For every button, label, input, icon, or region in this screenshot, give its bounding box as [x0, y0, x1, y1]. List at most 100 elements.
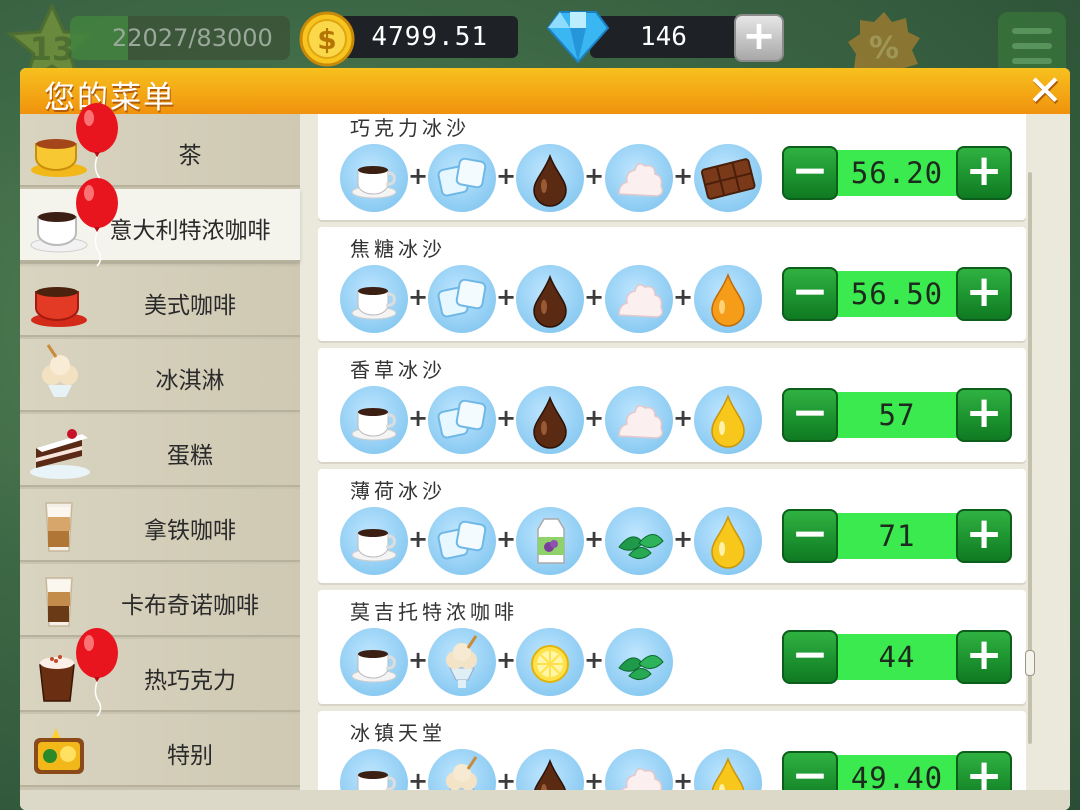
decrease-price-button[interactable]: − [782, 630, 838, 684]
svg-text:%: % [869, 31, 899, 66]
increase-price-button[interactable]: + [956, 509, 1012, 563]
recipe-name: 薄荷冰沙 [350, 479, 446, 503]
plus-sign: + [584, 283, 605, 311]
vanilla-drop-icon [694, 507, 762, 575]
price-stepper: 44− + [782, 630, 1012, 684]
buy-gems-button[interactable]: + [734, 14, 784, 62]
mint-leaves-icon [605, 507, 673, 575]
increase-price-button[interactable]: + [956, 630, 1012, 684]
plus-sign: + [496, 162, 517, 190]
balloon-icon [76, 628, 118, 717]
svg-text:$: $ [317, 23, 336, 56]
chocolate-syrup-icon [516, 144, 584, 212]
plus-sign: + [496, 283, 517, 311]
decrease-price-button[interactable]: − [782, 267, 838, 321]
decrease-price-button[interactable]: − [782, 388, 838, 442]
ice-icon [428, 144, 496, 212]
category-label: 拿铁咖啡 [144, 518, 236, 544]
plus-sign: + [408, 283, 429, 311]
plus-sign: + [584, 162, 605, 190]
recipe-scroll-thumb[interactable] [1025, 650, 1035, 676]
caramel-drop-icon [694, 265, 762, 333]
category-item[interactable]: 冰淇淋 [20, 339, 300, 412]
chocolate-syrup-icon [516, 265, 584, 333]
category-item[interactable]: 热巧克力 [20, 639, 300, 712]
espresso-icon [340, 507, 408, 575]
recipe-row: 薄荷冰沙 + + + +71− + [318, 469, 1026, 583]
category-label: 卡布奇诺咖啡 [121, 593, 259, 619]
recipe-name: 巧克力冰沙 [350, 116, 470, 140]
close-button[interactable]: ✕ [1025, 70, 1065, 112]
player-level: 13 [29, 30, 75, 68]
panel-footer [20, 790, 1070, 810]
category-item[interactable]: 美式咖啡 [20, 264, 300, 337]
category-sidebar: 茶意大利特浓咖啡美式咖啡冰淇淋蛋糕拿铁咖啡卡布奇诺咖啡热巧克力特别 [20, 103, 300, 810]
milk-carton-icon [516, 507, 584, 575]
ice-icon [428, 507, 496, 575]
price-stepper: 56.50− + [782, 267, 1012, 321]
plus-sign: + [673, 283, 694, 311]
espresso-icon [340, 628, 408, 696]
ice-icon [428, 265, 496, 333]
recipe-name: 冰镇天堂 [350, 721, 446, 745]
panel-header: 您的菜单 ✕ [20, 68, 1070, 116]
increase-price-button[interactable]: + [956, 267, 1012, 321]
chocolate-bar-icon [694, 144, 762, 212]
decrease-price-button[interactable]: − [782, 509, 838, 563]
price-stepper: 56.20− + [782, 146, 1012, 200]
espresso-icon [340, 265, 408, 333]
plus-sign: + [673, 525, 694, 553]
recipe-row: 焦糖冰沙 + + + +56.50− + [318, 227, 1026, 341]
plus-sign: + [408, 646, 429, 674]
category-item[interactable]: 卡布奇诺咖啡 [20, 564, 300, 637]
plus-sign: + [496, 646, 517, 674]
recipe-name: 莫吉托特浓咖啡 [350, 600, 518, 624]
plus-sign: + [496, 404, 517, 432]
recipe-row: 巧克力冰沙 + + + +56.20− + [318, 114, 1026, 220]
plus-sign: + [673, 404, 694, 432]
xp-progress-text: 22027/83000 [112, 24, 273, 52]
recipe-name: 香草冰沙 [350, 358, 446, 382]
mint-leaves-icon [605, 628, 673, 696]
category-item[interactable]: 拿铁咖啡 [20, 489, 300, 562]
plus-sign: + [673, 162, 694, 190]
ice-icon [428, 386, 496, 454]
recipe-row: 香草冰沙 + + + +57− + [318, 348, 1026, 462]
category-item[interactable]: 特别 [20, 714, 300, 787]
category-item[interactable]: 意大利特浓咖啡 [20, 189, 300, 262]
coin-counter: 4799.51 [330, 16, 518, 58]
plus-sign: + [496, 525, 517, 553]
menu-panel: 您的菜单 ✕ 茶意大利特浓咖啡美式咖啡冰淇淋蛋糕拿铁咖啡卡布奇诺咖啡热巧克力特别… [20, 68, 1070, 810]
category-item[interactable]: 茶 [20, 114, 300, 187]
ice-cream-icon [428, 628, 496, 696]
plus-sign: + [584, 525, 605, 553]
plus-sign: + [408, 162, 429, 190]
whipped-cream-icon [605, 144, 673, 212]
recipe-row: 莫吉托特浓咖啡 + + +44− + [318, 590, 1026, 704]
coin-icon: $ [299, 11, 355, 67]
gem-amount: 146 [640, 22, 687, 52]
plus-sign: + [408, 404, 429, 432]
category-label: 美式咖啡 [144, 293, 236, 319]
balloon-icon [76, 178, 118, 267]
category-item[interactable]: 蛋糕 [20, 414, 300, 487]
xp-progress-bar: 22027/83000 [70, 16, 290, 60]
coin-amount: 4799.51 [371, 22, 488, 52]
recipe-list[interactable]: 巧克力冰沙 + + + +56.20− + 焦糖冰沙 + + + +56.50− + 香草冰沙 + + + +5… [318, 114, 1030, 810]
price-stepper: 57− + [782, 388, 1012, 442]
category-label: 蛋糕 [167, 443, 213, 469]
increase-price-button[interactable]: + [956, 146, 1012, 200]
recipe-name: 焦糖冰沙 [350, 237, 446, 261]
chocolate-syrup-icon [516, 386, 584, 454]
espresso-icon [340, 144, 408, 212]
whipped-cream-icon [605, 386, 673, 454]
plus-sign: + [408, 525, 429, 553]
category-label: 特别 [167, 743, 213, 769]
gem-counter: 146 [590, 16, 740, 58]
increase-price-button[interactable]: + [956, 388, 1012, 442]
vanilla-drop-icon [694, 386, 762, 454]
lemon-icon [516, 628, 584, 696]
whipped-cream-icon [605, 265, 673, 333]
decrease-price-button[interactable]: − [782, 146, 838, 200]
espresso-icon [340, 386, 408, 454]
